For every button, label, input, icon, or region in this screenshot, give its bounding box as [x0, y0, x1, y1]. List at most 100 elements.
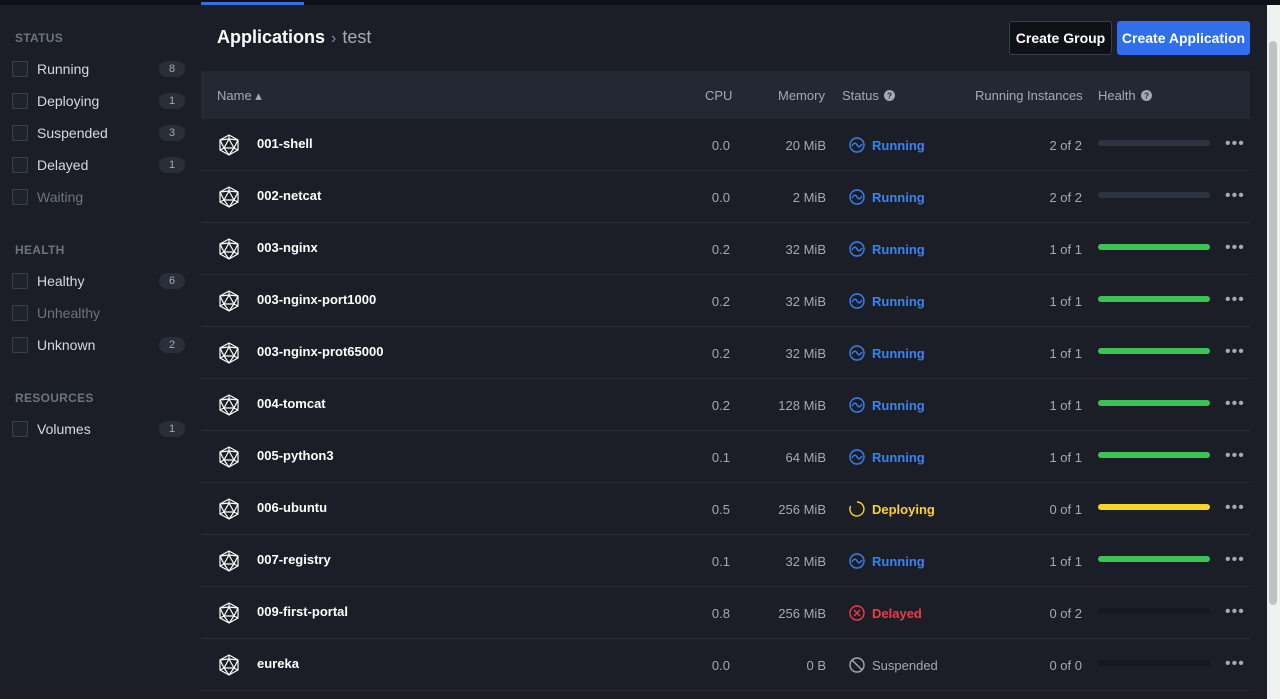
health-bar-fill — [1098, 400, 1210, 406]
app-name-link[interactable]: 001-shell — [257, 136, 313, 151]
filter-label: Volumes — [37, 421, 91, 437]
app-name-link[interactable]: 002-netcat — [257, 188, 321, 203]
health-bar — [1098, 660, 1210, 666]
filter-checkbox[interactable] — [12, 305, 28, 321]
scrollbar-thumb[interactable] — [1269, 41, 1277, 605]
header-running-instances[interactable]: Running Instances — [975, 88, 1083, 103]
running-icon — [849, 553, 865, 569]
filter-unhealthy[interactable]: Unhealthy — [12, 302, 185, 324]
health-bar — [1098, 348, 1210, 354]
header-name[interactable]: Name ▴ — [217, 88, 262, 104]
status-label: Running — [872, 450, 925, 465]
filter-deploying[interactable]: Deploying 1 — [12, 90, 185, 112]
filter-healthy[interactable]: Healthy 6 — [12, 270, 185, 292]
filter-checkbox[interactable] — [12, 337, 28, 353]
table-row[interactable]: 003-nginx-port1000 0.2 32 MiB Running 1 of 1… — [201, 275, 1250, 327]
filter-delayed[interactable]: Delayed 1 — [12, 154, 185, 176]
filter-count-badge: 2 — [159, 337, 185, 353]
breadcrumb-current: test — [342, 27, 372, 47]
table-row[interactable]: eureka 0.0 0 B Suspended 0 of 0 ••• — [201, 639, 1250, 691]
table-row[interactable]: 005-python3 0.1 64 MiB Running 1 of 1 ••• — [201, 431, 1250, 483]
app-name-link[interactable]: 004-tomcat — [257, 396, 326, 411]
breadcrumb-separator-icon: › — [331, 30, 337, 47]
breadcrumb-root[interactable]: Applications — [217, 27, 325, 47]
app-cube-icon — [218, 602, 240, 624]
resources-heading: RESOURCES — [15, 391, 94, 405]
more-dots-icon[interactable]: ••• — [1225, 291, 1245, 309]
create-group-button[interactable]: Create Group — [1009, 21, 1112, 55]
app-name-link[interactable]: 003-nginx — [257, 240, 318, 255]
running-icon — [849, 293, 865, 309]
more-dots-icon[interactable]: ••• — [1225, 551, 1245, 569]
memory-value: 2 MiB — [792, 190, 826, 205]
more-dots-icon[interactable]: ••• — [1225, 343, 1245, 361]
filter-checkbox[interactable] — [12, 421, 28, 437]
more-dots-icon[interactable]: ••• — [1225, 499, 1245, 517]
health-bar — [1098, 504, 1210, 510]
memory-value: 256 MiB — [778, 606, 826, 621]
table-row[interactable]: 006-ubuntu 0.5 256 MiB Deploying 0 of 1 ••• — [201, 483, 1250, 535]
filter-label: Unknown — [37, 337, 96, 353]
more-dots-icon[interactable]: ••• — [1225, 655, 1245, 673]
header-health[interactable]: Health ? — [1098, 88, 1153, 103]
running-icon — [849, 189, 865, 205]
running-instances-value: 2 of 2 — [1049, 190, 1082, 205]
more-dots-icon[interactable]: ••• — [1225, 187, 1245, 205]
help-circle-icon[interactable]: ? — [884, 90, 896, 101]
header-health-label: Health — [1098, 88, 1136, 103]
app-name-link[interactable]: 003-nginx-prot65000 — [257, 344, 383, 359]
more-dots-icon[interactable]: ••• — [1225, 135, 1245, 153]
cpu-value: 0.2 — [711, 346, 730, 361]
app-name-link[interactable]: 009-first-portal — [257, 604, 348, 619]
running-instances-value: 0 of 1 — [1049, 502, 1082, 517]
filter-unknown[interactable]: Unknown 2 — [12, 334, 185, 356]
table-row[interactable]: 007-registry 0.1 32 MiB Running 1 of 1 ••• — [201, 535, 1250, 587]
header-memory[interactable]: Memory — [778, 88, 825, 103]
table-row[interactable]: 002-netcat 0.0 2 MiB Running 2 of 2 ••• — [201, 171, 1250, 223]
cpu-value: 0.5 — [711, 502, 730, 517]
filter-checkbox[interactable] — [12, 125, 28, 141]
status-label: Running — [872, 398, 925, 413]
more-dots-icon[interactable]: ••• — [1225, 603, 1245, 621]
more-dots-icon[interactable]: ••• — [1225, 239, 1245, 257]
filter-checkbox[interactable] — [12, 189, 28, 205]
filter-suspended[interactable]: Suspended 3 — [12, 122, 185, 144]
more-dots-icon[interactable]: ••• — [1225, 395, 1245, 413]
table-row[interactable]: 004-tomcat 0.2 128 MiB Running 1 of 1 ••• — [201, 379, 1250, 431]
table-row[interactable]: 003-nginx 0.2 32 MiB Running 1 of 1 ••• — [201, 223, 1250, 275]
filter-label: Running — [37, 61, 90, 77]
suspended-icon — [849, 657, 865, 673]
table-row[interactable]: 009-first-portal 0.8 256 MiB Delayed 0 of 2 •… — [201, 587, 1250, 639]
app-name-link[interactable]: eureka — [257, 656, 299, 671]
running-icon — [849, 137, 865, 153]
table-row[interactable]: 001-shell 0.0 20 MiB Running 2 of 2 ••• — [201, 119, 1250, 171]
filter-volumes[interactable]: Volumes 1 — [12, 418, 185, 440]
app-name-link[interactable]: 006-ubuntu — [257, 500, 327, 515]
header-cpu[interactable]: CPU — [705, 88, 732, 103]
cpu-value: 0.2 — [711, 294, 730, 309]
filter-checkbox[interactable] — [12, 61, 28, 77]
filter-checkbox[interactable] — [12, 157, 28, 173]
header-status[interactable]: Status ? — [842, 88, 896, 103]
memory-value: 32 MiB — [785, 294, 826, 309]
app-name-link[interactable]: 005-python3 — [257, 448, 334, 463]
filter-label: Suspended — [37, 125, 108, 141]
running-instances-value: 1 of 1 — [1049, 554, 1082, 569]
create-application-button[interactable]: Create Application — [1117, 21, 1250, 55]
help-circle-icon[interactable]: ? — [1141, 90, 1153, 101]
cpu-value: 0.1 — [711, 450, 730, 465]
filter-waiting[interactable]: Waiting — [12, 186, 185, 208]
status-label: Running — [872, 138, 925, 153]
app-cube-icon — [218, 446, 240, 468]
running-instances-value: 2 of 2 — [1049, 138, 1082, 153]
app-name-link[interactable]: 007-registry — [257, 552, 331, 567]
table-row[interactable]: 003-nginx-prot65000 0.2 32 MiB Running 1 of … — [201, 327, 1250, 379]
more-dots-icon[interactable]: ••• — [1225, 447, 1245, 465]
filter-checkbox[interactable] — [12, 93, 28, 109]
vertical-scrollbar[interactable] — [1267, 5, 1280, 699]
filter-checkbox[interactable] — [12, 273, 28, 289]
app-name-link[interactable]: 003-nginx-port1000 — [257, 292, 376, 307]
svg-text:?: ? — [887, 92, 892, 101]
filter-running[interactable]: Running 8 — [12, 58, 185, 80]
cpu-value: 0.0 — [711, 190, 730, 205]
